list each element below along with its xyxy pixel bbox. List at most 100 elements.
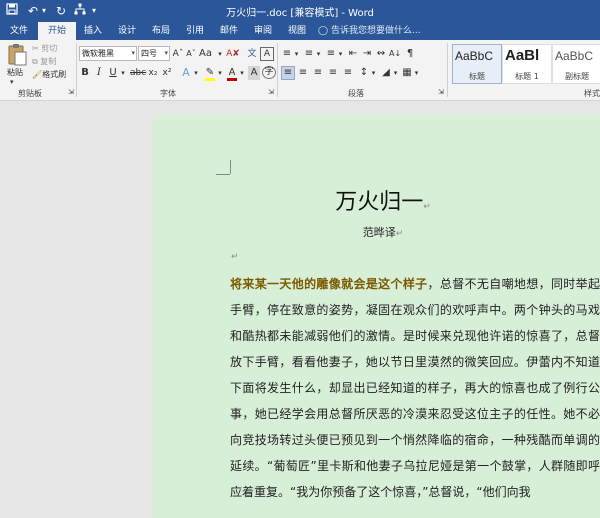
- bullets-icon[interactable]: ≡: [281, 47, 293, 61]
- font-color-icon[interactable]: A: [226, 66, 238, 81]
- text-effects-icon[interactable]: A: [180, 66, 192, 80]
- chevron-down-icon: ▾: [131, 49, 135, 57]
- group-divider: [447, 43, 448, 97]
- chevron-down-icon[interactable]: ▾: [119, 66, 127, 80]
- tab-layout[interactable]: 布局: [146, 22, 176, 40]
- document-page[interactable]: 万火归一↵ 范晔译↵ ↵ 将来某一天他的雕像就会是这个样子，总督不无自嘲地想，同…: [153, 114, 600, 518]
- group-divider: [277, 43, 278, 97]
- phonetic-guide-icon[interactable]: 文: [246, 47, 258, 61]
- increase-indent-icon[interactable]: ⇥: [361, 47, 373, 61]
- tell-me-search[interactable]: ◯ 告诉我您想要做什么...: [318, 24, 421, 38]
- tab-review[interactable]: 审阅: [248, 22, 278, 40]
- grow-font-icon[interactable]: Aˆ: [172, 47, 184, 61]
- styles-group-label: 样式: [584, 89, 600, 98]
- group-divider: [76, 43, 77, 97]
- align-left-icon[interactable]: ≡: [281, 66, 295, 80]
- multilevel-list-icon[interactable]: ≡: [325, 47, 337, 61]
- document-author[interactable]: 范晔译↵: [153, 224, 600, 240]
- borders-icon[interactable]: ▦: [401, 66, 413, 80]
- style-sample: AaBbC: [455, 49, 494, 63]
- clipboard-icon: [8, 44, 27, 66]
- format-painter-label: 格式刷: [42, 70, 67, 79]
- chevron-down-icon[interactable]: ▾: [192, 66, 200, 80]
- title-bar: ↶ ▾ ↻ ▾ 万火归一.doc [兼容模式] - Word: [0, 0, 600, 22]
- change-case-icon[interactable]: Aa: [199, 47, 212, 61]
- chevron-down-icon[interactable]: ▾: [293, 47, 300, 61]
- cut-button[interactable]: ✂ 剪切: [32, 43, 57, 54]
- lightbulb-icon: ◯: [318, 26, 329, 36]
- scissors-icon: ✂: [32, 44, 39, 53]
- strikethrough-icon[interactable]: abc: [130, 66, 146, 80]
- tab-references[interactable]: 引用: [180, 22, 210, 40]
- sort-icon[interactable]: A↓: [389, 47, 401, 61]
- paragraph-mark-icon: ↵: [423, 202, 431, 212]
- underline-icon[interactable]: U: [108, 66, 118, 80]
- document-workspace[interactable]: 万火归一↵ 范晔译↵ ↵ 将来某一天他的雕像就会是这个样子，总督不无自嘲地想，同…: [0, 101, 600, 518]
- paragraph-launcher-icon[interactable]: ⇲: [438, 88, 444, 96]
- clear-formatting-icon[interactable]: A✘: [225, 47, 241, 61]
- highlight-color-icon[interactable]: ✎: [204, 66, 216, 81]
- line-spacing-icon[interactable]: ↕: [358, 66, 370, 80]
- chevron-down-icon[interactable]: ▾: [413, 66, 420, 80]
- document-body[interactable]: 将来某一天他的雕像就会是这个样子，总督不无自嘲地想，同时举起手臂，停在致意的姿势…: [230, 271, 600, 505]
- paste-dropdown-icon[interactable]: ▾: [10, 78, 14, 86]
- style-sample: AaBl: [505, 47, 540, 64]
- window-title: 万火归一.doc [兼容模式] - Word: [226, 8, 374, 19]
- subscript-icon[interactable]: x₂: [147, 66, 159, 80]
- show-marks-icon[interactable]: ¶: [404, 47, 416, 61]
- decrease-indent-icon[interactable]: ⇤: [347, 47, 359, 61]
- italic-icon[interactable]: I: [94, 66, 104, 80]
- copy-label: 复制: [40, 57, 57, 66]
- highlight-color-bar: [205, 78, 215, 81]
- font-launcher-icon[interactable]: ⇲: [268, 88, 274, 96]
- numbering-icon[interactable]: ≡: [303, 47, 315, 61]
- tab-view[interactable]: 视图: [282, 22, 312, 40]
- tab-home[interactable]: 开始: [38, 22, 76, 40]
- chevron-down-icon: ▾: [164, 49, 168, 57]
- align-center-icon[interactable]: ≡: [297, 66, 309, 80]
- chevron-down-icon[interactable]: ▾: [315, 47, 322, 61]
- copy-button[interactable]: ⧉ 复制: [32, 56, 56, 67]
- tab-design[interactable]: 设计: [112, 22, 142, 40]
- font-size-dropdown[interactable]: 四号 ▾: [138, 46, 170, 61]
- font-name-value: 微软雅黑: [82, 49, 114, 58]
- style-name: 副标题: [565, 72, 589, 81]
- tell-me-placeholder: 告诉我您想要做什么...: [330, 26, 421, 36]
- highlighted-sentence: 将来某一天他的雕像就会是这个样子: [230, 277, 428, 291]
- font-group-label: 字体: [160, 89, 176, 98]
- document-author-text: 范晔译: [362, 226, 396, 239]
- document-title-text: 万火归一: [335, 190, 424, 215]
- chevron-down-icon[interactable]: ▾: [370, 66, 377, 80]
- font-size-value: 四号: [141, 49, 157, 58]
- justify-icon[interactable]: ≡: [327, 66, 339, 80]
- style-name: 标题 1: [515, 72, 539, 81]
- tab-insert[interactable]: 插入: [78, 22, 108, 40]
- superscript-icon[interactable]: x²: [161, 66, 173, 80]
- tab-file[interactable]: 文件: [4, 22, 34, 40]
- bold-icon[interactable]: B: [80, 66, 90, 80]
- cut-label: 剪切: [41, 44, 58, 53]
- enclose-characters-icon[interactable]: 字: [262, 66, 276, 79]
- character-shading-icon[interactable]: A: [248, 66, 260, 80]
- chevron-down-icon[interactable]: ▾: [216, 66, 224, 80]
- style-subtitle[interactable]: AaBbC 副标题: [552, 44, 600, 84]
- style-title[interactable]: AaBbC 标题: [452, 44, 502, 84]
- font-name-dropdown[interactable]: 微软雅黑 ▾: [79, 46, 137, 61]
- style-sample: AaBbC: [555, 49, 594, 63]
- character-border-icon[interactable]: A: [260, 47, 274, 61]
- style-heading-1[interactable]: AaBl 标题 1: [502, 44, 552, 84]
- align-right-icon[interactable]: ≡: [312, 66, 324, 80]
- document-title[interactable]: 万火归一↵: [153, 184, 600, 216]
- chinese-layout-icon[interactable]: ↭: [375, 47, 387, 61]
- clipboard-launcher-icon[interactable]: ⇲: [68, 88, 74, 96]
- chevron-down-icon[interactable]: ▾: [392, 66, 399, 80]
- distributed-icon[interactable]: ≡: [342, 66, 354, 80]
- chevron-down-icon[interactable]: ▾: [337, 47, 344, 61]
- chevron-down-icon[interactable]: ▾: [238, 66, 246, 80]
- shading-icon[interactable]: ◢: [380, 66, 392, 80]
- format-painter-button[interactable]: 🖌格式刷: [32, 69, 66, 80]
- font-color-bar: [227, 78, 237, 81]
- tab-mailings[interactable]: 邮件: [214, 22, 244, 40]
- copy-icon: ⧉: [32, 57, 38, 66]
- shrink-font-icon[interactable]: Aˇ: [185, 47, 197, 61]
